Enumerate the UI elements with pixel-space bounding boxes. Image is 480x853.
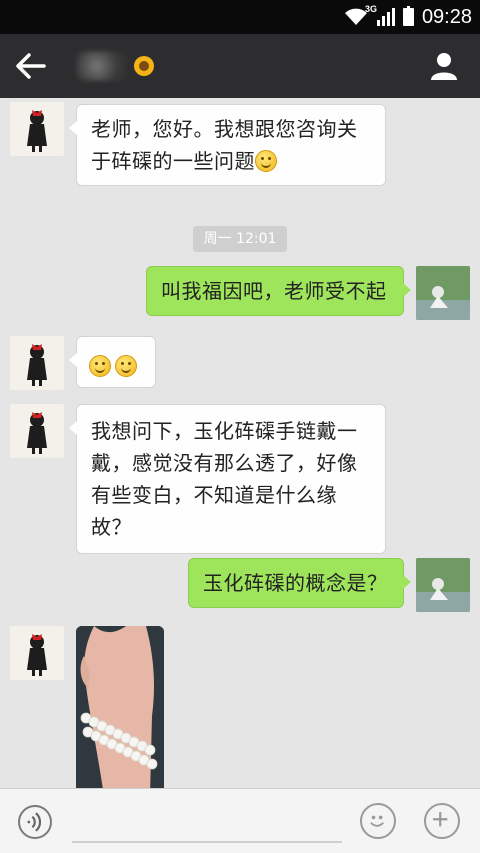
back-arrow-icon[interactable] <box>14 50 50 82</box>
contact-title <box>76 46 156 86</box>
more-options-button[interactable] <box>424 803 460 839</box>
battery-icon <box>402 6 414 26</box>
contact-avatar[interactable] <box>10 336 64 390</box>
input-bar <box>0 788 480 853</box>
message-input[interactable] <box>72 799 342 843</box>
message-text: 玉化砗磲的概念是？ <box>203 571 388 595</box>
status-bar: 3G 09:28 <box>0 0 480 34</box>
profile-icon[interactable] <box>428 50 460 82</box>
user-avatar[interactable] <box>416 266 470 320</box>
message-text: 老师，您好。我想跟您咨询关于砗磲的一些问题 <box>91 117 358 173</box>
chat-area[interactable]: 老师，您好。我想跟您咨询关于砗磲的一些问题 周一 12:01 叫我福因吧，老师受… <box>0 98 480 788</box>
signal-icon: 3G <box>365 4 395 26</box>
bracelet-photo <box>76 626 164 788</box>
contact-avatar[interactable] <box>10 102 64 156</box>
chat-header <box>0 34 480 98</box>
smiley-icon <box>370 815 384 827</box>
message-bubble-incoming[interactable] <box>69 336 156 388</box>
message-bubble-incoming[interactable]: 老师，您好。我想跟您咨询关于砗磲的一些问题 <box>69 104 386 186</box>
photo-message[interactable] <box>76 626 164 788</box>
sunflower-icon <box>134 56 154 76</box>
voice-input-button[interactable] <box>18 805 52 839</box>
smile-emoji-icon <box>255 150 277 172</box>
message-bubble-outgoing[interactable]: 叫我福因吧，老师受不起 <box>146 266 411 316</box>
user-avatar[interactable] <box>416 558 470 612</box>
smile-emoji-icon <box>115 355 137 377</box>
timestamp: 周一 12:01 <box>193 226 287 252</box>
emoji-button[interactable] <box>360 803 396 839</box>
smile-emoji-icon <box>89 355 111 377</box>
blurred-contact-name <box>76 51 128 81</box>
contact-avatar[interactable] <box>10 626 64 680</box>
message-text: 我想问下，玉化砗磲手链戴一戴，感觉没有那么透了，好像有些变白，不知道是什么缘故？ <box>91 419 358 539</box>
message-text: 叫我福因吧，老师受不起 <box>161 279 387 303</box>
plus-icon <box>433 812 448 827</box>
clock: 09:28 <box>421 5 472 28</box>
voice-icon <box>27 812 42 832</box>
status-icons: 3G 09:28 <box>343 0 472 34</box>
message-bubble-incoming[interactable]: 我想问下，玉化砗磲手链戴一戴，感觉没有那么透了，好像有些变白，不知道是什么缘故？ <box>69 404 386 554</box>
contact-avatar[interactable] <box>10 404 64 458</box>
message-bubble-outgoing[interactable]: 玉化砗磲的概念是？ <box>188 558 411 608</box>
network-type-label: 3G <box>364 4 377 14</box>
